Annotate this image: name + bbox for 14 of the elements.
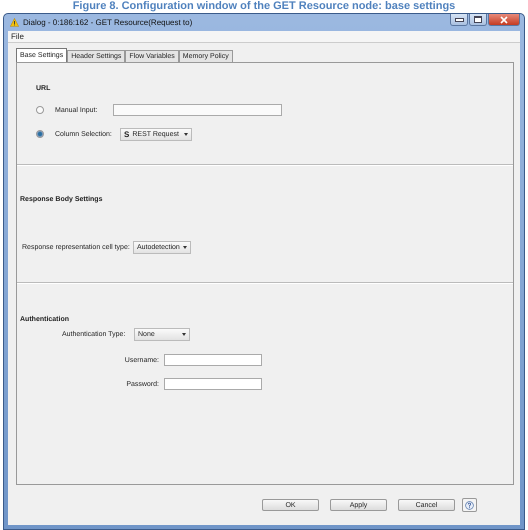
input-field[interactable] — [164, 354, 262, 366]
radio-button[interactable] — [36, 106, 44, 114]
help-button[interactable] — [462, 498, 477, 512]
maximize-button[interactable] — [469, 14, 487, 26]
close-icon — [500, 16, 508, 24]
close-button[interactable] — [488, 14, 520, 26]
radio-button[interactable] — [36, 130, 44, 138]
minimize-button[interactable] — [450, 14, 468, 26]
menu-item[interactable]: File — [11, 32, 24, 41]
warning-icon — [10, 18, 19, 27]
input-field[interactable] — [164, 378, 262, 390]
window-title: Dialog - 0:186:162 - GET Resource(Request to) — [23, 18, 194, 27]
input-field[interactable] — [113, 104, 282, 116]
figure-caption: Figure 8. Configuration window of the GET Resource node: base settings — [72, 0, 456, 13]
